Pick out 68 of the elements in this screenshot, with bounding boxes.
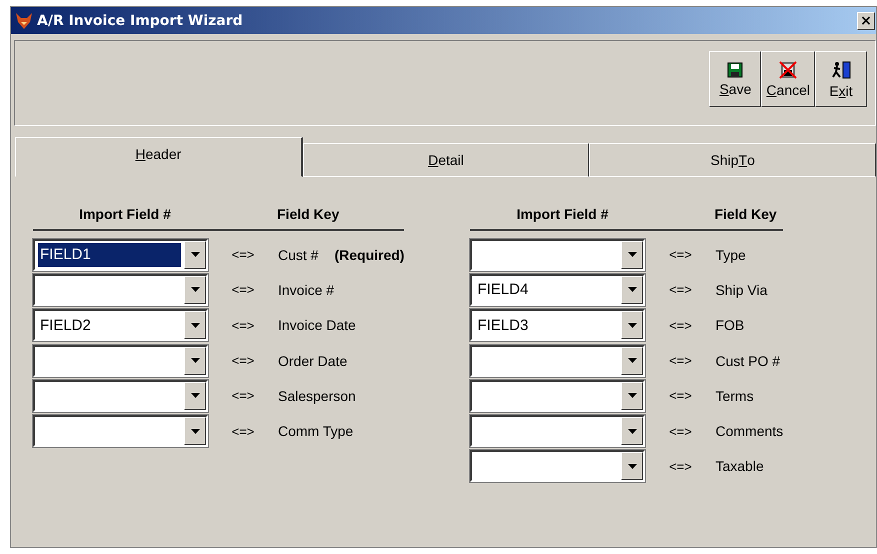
dropdown-field[interactable] [33, 415, 208, 448]
cancel-button[interactable]: Cancel [761, 51, 815, 107]
field-key-label: Order Date [278, 352, 348, 369]
dropdown-field[interactable] [470, 344, 646, 377]
dropdown-field[interactable]: FIELD4 [470, 274, 646, 306]
field-key-label: Salesperson [278, 388, 356, 404]
field-key-label: Comments [715, 423, 784, 440]
mapping-arrow: <=> [230, 424, 256, 439]
field-key-label: FOB [715, 317, 744, 334]
dropdown-field[interactable] [470, 450, 646, 482]
mapping-arrow: <=> [668, 458, 693, 474]
mapping-arrow: <=> [230, 318, 256, 333]
dropdown-arrow-icon [628, 393, 637, 398]
dropdown-arrow-icon [628, 428, 637, 434]
dropdown-arrow-icon [190, 393, 200, 398]
mapping-arrow: <=> [230, 388, 256, 404]
fox-logo-icon [15, 12, 33, 30]
dropdown-arrow-icon [628, 464, 637, 469]
mapping-arrow: <=> [668, 318, 693, 333]
field-key-label: Terms [715, 388, 754, 404]
dropdown-arrow-icon [190, 428, 200, 434]
dropdown-arrow-icon [628, 252, 637, 258]
field-key-label: Invoice # [278, 282, 334, 298]
column-header: Import Field # [78, 206, 172, 222]
column-header: Field Key [713, 206, 777, 222]
dropdown-arrow-icon [190, 252, 200, 258]
save-button[interactable]: Save [709, 51, 762, 107]
required-note: (Required) [334, 246, 404, 263]
dropdown-field[interactable] [470, 415, 646, 448]
dropdown-field[interactable]: FIELD2 [33, 309, 208, 342]
dropdown-arrow-icon [190, 358, 200, 364]
dropdown-field[interactable] [33, 344, 208, 377]
close-button[interactable]: × [857, 12, 875, 30]
dropdown-arrow-icon [190, 322, 200, 328]
tab[interactable]: Header [15, 137, 303, 177]
dropdown-arrow-icon [628, 322, 637, 328]
dropdown-field[interactable] [470, 238, 646, 271]
mapping-arrow: <=> [668, 388, 693, 404]
cancel-icon [778, 60, 798, 78]
dropdown-field[interactable]: FIELD3 [470, 309, 646, 342]
field-key-label: Taxable [715, 458, 764, 474]
column-header: Field Key [276, 206, 340, 222]
exit-door-icon [830, 60, 852, 80]
field-key-label: Type [715, 246, 746, 263]
dropdown-arrow-icon [628, 287, 637, 292]
dropdown-field[interactable]: FIELD1 [33, 238, 208, 271]
mapping-arrow: <=> [230, 282, 256, 298]
field-key-label: Ship Via [715, 282, 768, 298]
dropdown-field[interactable] [33, 380, 208, 412]
dropdown-arrow-icon [628, 358, 637, 364]
mapping-arrow: <=> [668, 353, 693, 368]
field-key-label: Comm Type [278, 423, 354, 440]
dropdown-field[interactable] [33, 274, 208, 306]
column-header: Import Field # [516, 206, 610, 222]
window-title: A/R Invoice Import Wizard [37, 12, 244, 28]
mapping-arrow: <=> [668, 282, 693, 298]
mapping-arrow: <=> [230, 353, 256, 368]
dropdown-arrow-icon [190, 287, 200, 292]
mapping-arrow: <=> [668, 424, 693, 439]
tab[interactable]: Detail [302, 143, 590, 177]
field-key-label: Invoice Date [278, 317, 356, 334]
exit-button[interactable]: Exit [815, 51, 867, 107]
mapping-arrow: <=> [668, 247, 693, 262]
tab[interactable]: ShipTo [589, 143, 876, 177]
field-key-label: Cust PO # [715, 352, 780, 369]
mapping-arrow: <=> [230, 247, 256, 262]
dropdown-field[interactable] [470, 380, 646, 412]
field-key-label: Cust # [278, 246, 318, 263]
